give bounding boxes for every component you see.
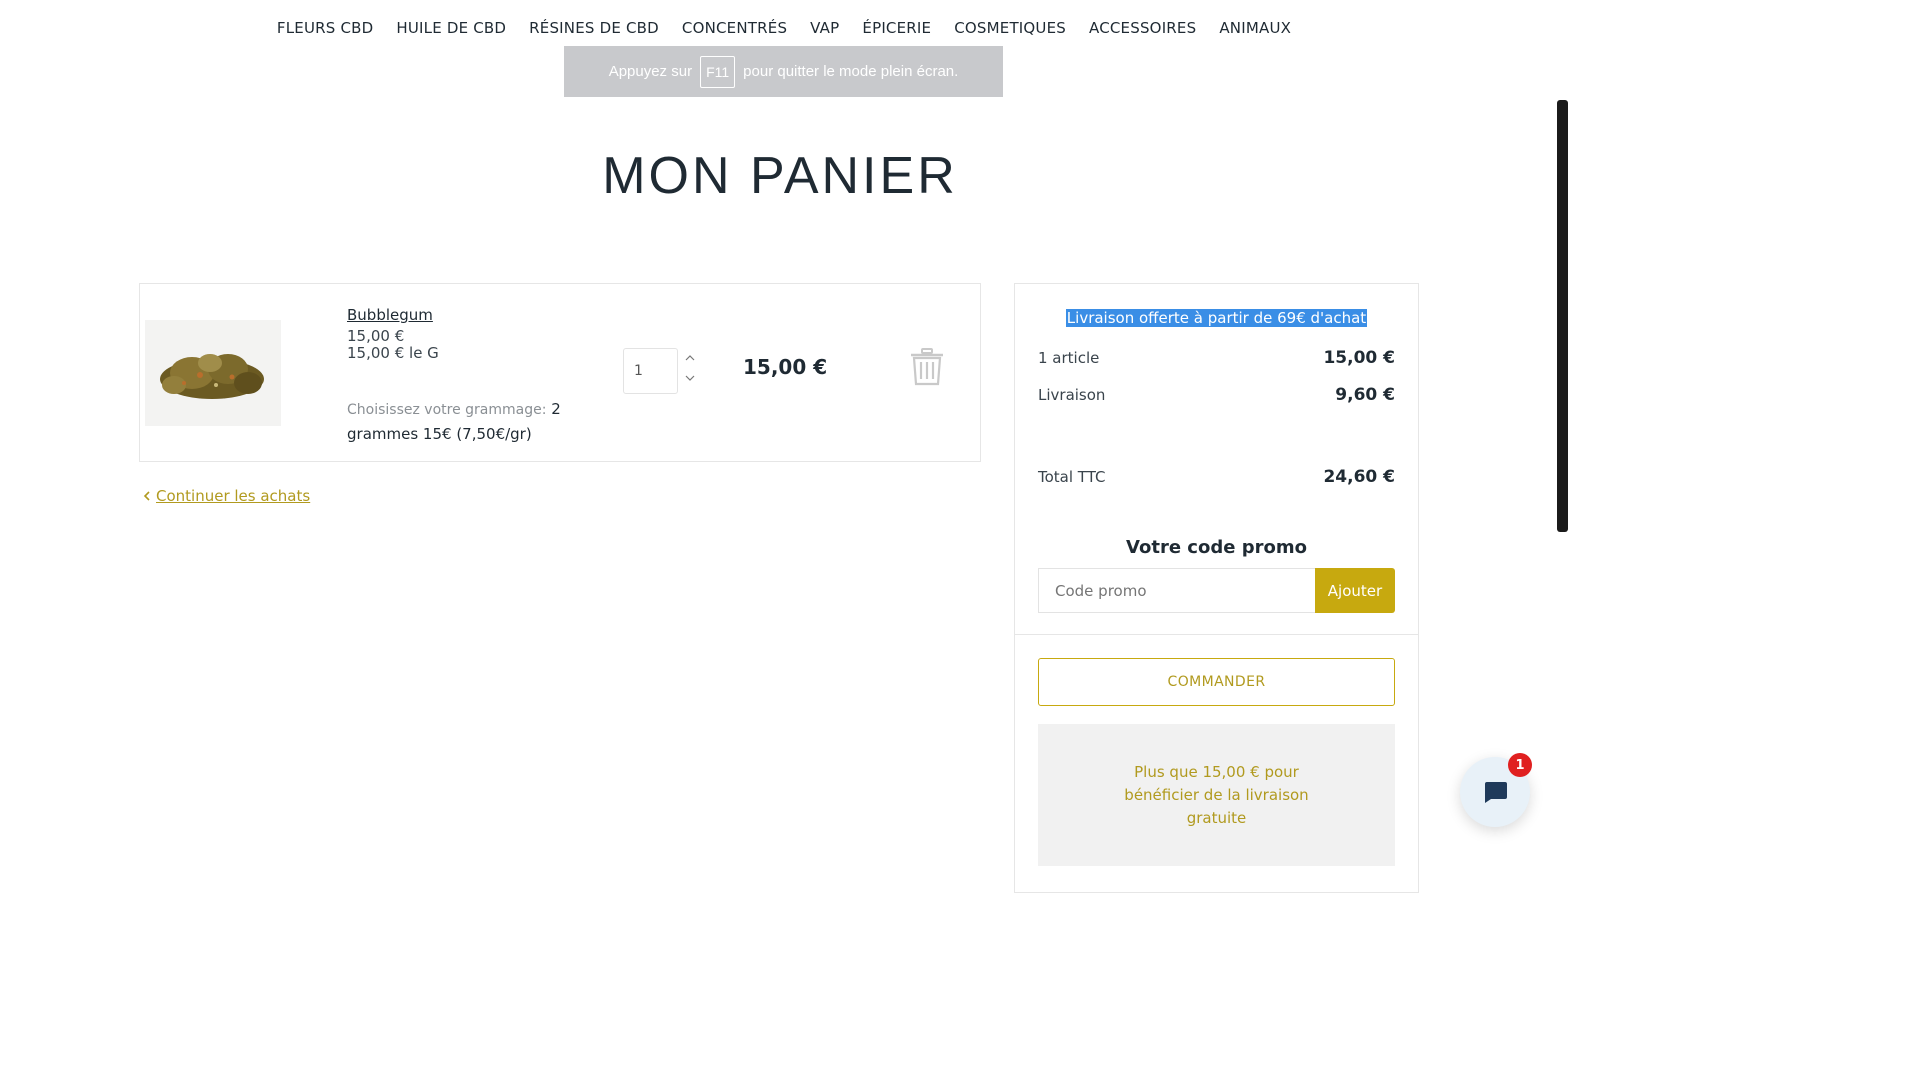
product-name-link[interactable]: Bubblegum xyxy=(347,306,433,324)
add-promo-button[interactable]: Ajouter xyxy=(1315,568,1395,613)
cbd-flower-image xyxy=(160,354,264,399)
scrollbar-thumb[interactable] xyxy=(1557,100,1568,532)
product-unit-price: 15,00 € le G xyxy=(347,344,439,362)
quantity-input[interactable]: 1 xyxy=(623,348,678,394)
nav-accessoires[interactable]: ACCESSOIRES xyxy=(1089,19,1196,37)
banner-text-after: pour quitter le mode plein écran. xyxy=(743,63,959,80)
order-summary: Livraison offerte à partir de 69€ d'acha… xyxy=(1014,283,1419,893)
continue-shopping-label: Continuer les achats xyxy=(156,487,311,505)
nav-vap[interactable]: VAP xyxy=(810,19,839,37)
summary-row-shipping: Livraison 9,60 € xyxy=(1038,385,1395,405)
free-shipping-text: Livraison offerte à partir de 69€ d'acha… xyxy=(1065,309,1368,327)
line-total: 15,00 € xyxy=(743,355,828,379)
summary-label: Total TTC xyxy=(1038,468,1106,486)
variant-label: Choisissez votre grammage: xyxy=(347,402,547,418)
summary-row-total: Total TTC 24,60 € xyxy=(1038,467,1395,487)
nav-resines-de-cbd[interactable]: RÉSINES DE CBD xyxy=(529,19,659,37)
promo-code-input[interactable] xyxy=(1038,568,1316,613)
fullscreen-exit-banner: Appuyez sur F11 pour quitter le mode ple… xyxy=(564,46,1003,97)
banner-text-before: Appuyez sur xyxy=(608,63,693,80)
summary-label: 1 article xyxy=(1038,349,1100,367)
continue-shopping-link[interactable]: Continuer les achats xyxy=(143,487,310,505)
variant-info: Choisissez votre grammage: 2 grammes 15€… xyxy=(347,397,587,446)
product-image[interactable] xyxy=(145,320,281,426)
f11-key: F11 xyxy=(700,55,736,88)
summary-row-articles: 1 article 15,00 € xyxy=(1038,348,1395,368)
summary-value: 15,00 € xyxy=(1323,348,1395,368)
summary-value: 24,60 € xyxy=(1323,467,1395,487)
summary-value: 9,60 € xyxy=(1335,385,1395,405)
chat-notification-badge: 1 xyxy=(1508,753,1532,777)
nav-concentres[interactable]: CONCENTRÉS xyxy=(682,19,787,37)
chat-bubble-icon xyxy=(1485,782,1507,803)
chevron-left-icon xyxy=(143,487,150,505)
page-title: MON PANIER xyxy=(602,147,958,205)
quantity-increase-icon[interactable] xyxy=(683,351,697,365)
product-price: 15,00 € xyxy=(347,327,405,345)
divider xyxy=(1015,634,1418,635)
free-shipping-notice: Plus que 15,00 € pour bénéficier de la l… xyxy=(1038,724,1395,866)
nav-cosmetiques[interactable]: COSMETIQUES xyxy=(954,19,1066,37)
nav-animaux[interactable]: ANIMAUX xyxy=(1219,19,1291,37)
summary-label: Livraison xyxy=(1038,386,1106,404)
nav-epicerie[interactable]: ÉPICERIE xyxy=(862,19,931,37)
free-shipping-message: Livraison offerte à partir de 69€ d'acha… xyxy=(1015,308,1418,327)
quantity-decrease-icon[interactable] xyxy=(683,371,697,385)
order-button[interactable]: COMMANDER xyxy=(1038,658,1395,706)
nav-huile-de-cbd[interactable]: HUILE DE CBD xyxy=(396,19,506,37)
trash-icon[interactable] xyxy=(909,348,945,386)
nav-fleurs-cbd[interactable]: FLEURS CBD xyxy=(277,19,373,37)
promo-code-title: Votre code promo xyxy=(1126,537,1307,558)
cart-item: Bubblegum 15,00 € 15,00 € le G Choisisse… xyxy=(139,283,981,462)
